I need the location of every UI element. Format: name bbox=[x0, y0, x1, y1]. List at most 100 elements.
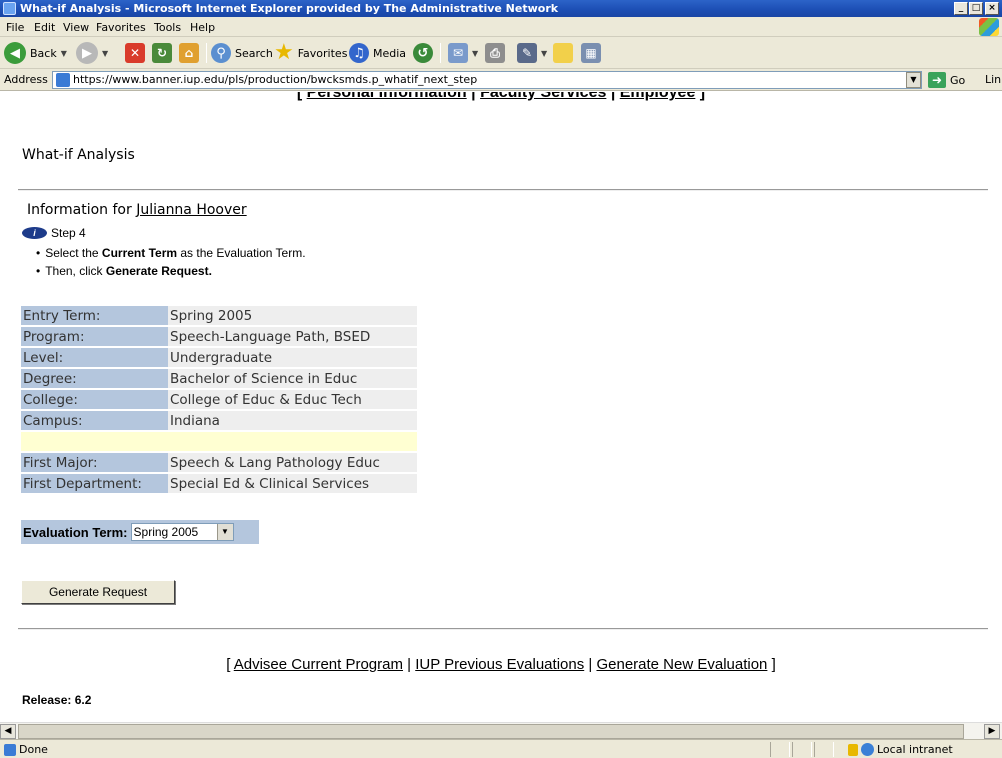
maximize-button[interactable]: □ bbox=[969, 2, 983, 15]
page-viewport: [ Personal Information | Faculty Service… bbox=[0, 92, 1002, 722]
first-major-value: Speech & Lang Pathology Educ bbox=[168, 453, 417, 472]
instructions-list: Select the Current Term as the Evaluatio… bbox=[36, 244, 305, 280]
close-button[interactable]: × bbox=[985, 2, 999, 15]
security-zone: Local intranet bbox=[848, 743, 953, 756]
entry-term-value: Spring 2005 bbox=[168, 306, 417, 325]
refresh-icon: ↻ bbox=[152, 43, 172, 63]
address-dropdown-icon[interactable]: ▼ bbox=[906, 72, 921, 88]
edit-icon: ✎ bbox=[517, 43, 537, 63]
evaluation-term-select[interactable]: Spring 2005 ▼ bbox=[130, 523, 234, 541]
back-dropdown-icon[interactable]: ▼ bbox=[61, 49, 67, 58]
home-icon: ⌂ bbox=[179, 43, 199, 63]
scroll-thumb[interactable] bbox=[18, 724, 964, 739]
step-indicator: i Step 4 bbox=[22, 226, 86, 240]
info-icon: i bbox=[22, 227, 47, 239]
program-value: Speech-Language Path, BSED bbox=[168, 327, 417, 346]
home-button[interactable]: ⌂ bbox=[179, 41, 199, 65]
forward-button[interactable]: ▶ ▼ bbox=[76, 41, 108, 65]
links-button[interactable]: Links bbox=[985, 73, 1002, 86]
release-version: Release: 6.2 bbox=[22, 693, 92, 707]
table-row: First Department: Special Ed & Clinical S… bbox=[21, 474, 417, 493]
first-department-label: First Department: bbox=[21, 474, 168, 493]
campus-label: Campus: bbox=[21, 411, 168, 430]
favorites-button[interactable]: ★ Favorites bbox=[274, 41, 347, 65]
page-done-icon bbox=[4, 743, 16, 756]
star-icon: ★ bbox=[274, 40, 294, 65]
table-row: Program: Speech-Language Path, BSED bbox=[21, 327, 417, 346]
research-button[interactable]: ▦ bbox=[581, 41, 601, 65]
divider bbox=[18, 189, 988, 191]
info-prefix: Information for bbox=[27, 202, 132, 218]
page-title: What-if Analysis bbox=[22, 147, 135, 163]
scroll-right-icon[interactable]: ▶ bbox=[984, 724, 1000, 739]
stop-icon: ✕ bbox=[125, 43, 145, 63]
program-label: Program: bbox=[21, 327, 168, 346]
windows-logo-icon bbox=[979, 18, 999, 36]
mail-button[interactable]: ✉ ▼ bbox=[448, 41, 478, 65]
first-major-label: First Major: bbox=[21, 453, 168, 472]
address-input[interactable]: https://www.banner.iup.edu/pls/productio… bbox=[52, 71, 922, 89]
edit-dropdown-icon[interactable]: ▼ bbox=[541, 49, 547, 58]
table-row: Level: Undergraduate bbox=[21, 348, 417, 367]
scroll-left-icon[interactable]: ◀ bbox=[0, 724, 16, 739]
first-department-value: Special Ed & Clinical Services bbox=[168, 474, 417, 493]
nav-faculty-services[interactable]: Faculty Services bbox=[480, 92, 606, 101]
level-label: Level: bbox=[21, 348, 168, 367]
ie-logo-icon bbox=[3, 2, 16, 15]
lock-icon bbox=[848, 743, 858, 756]
college-label: College: bbox=[21, 390, 168, 409]
table-row: Entry Term: Spring 2005 bbox=[21, 306, 417, 325]
menu-tools[interactable]: Tools bbox=[154, 21, 181, 34]
address-label: Address bbox=[4, 73, 48, 86]
media-button[interactable]: ♫ Media bbox=[349, 41, 406, 65]
print-icon: ⎙ bbox=[485, 43, 505, 63]
status-panel bbox=[792, 742, 812, 757]
print-button[interactable]: ⎙ bbox=[485, 41, 505, 65]
discuss-icon bbox=[553, 43, 573, 63]
menu-file[interactable]: File bbox=[6, 21, 24, 34]
degree-label: Degree: bbox=[21, 369, 168, 388]
standard-toolbar: ◀ Back ▼ ▶ ▼ ✕ ↻ ⌂ ⚲ Search ★ Favorites … bbox=[0, 37, 1002, 69]
bottom-navigation: [ Advisee Current Program | IUP Previous… bbox=[226, 656, 776, 673]
history-button[interactable]: ↺ bbox=[413, 41, 433, 65]
step-label: Step 4 bbox=[51, 226, 86, 240]
nav-personal-information[interactable]: Personal Information bbox=[307, 92, 467, 101]
advisee-current-program-link[interactable]: Advisee Current Program bbox=[234, 656, 403, 673]
stop-button[interactable]: ✕ bbox=[125, 41, 145, 65]
menu-bar: File Edit View Favorites Tools Help bbox=[0, 17, 1002, 37]
generate-new-evaluation-link[interactable]: Generate New Evaluation bbox=[596, 656, 767, 673]
program-details-table: Entry Term: Spring 2005 Program: Speech-La… bbox=[21, 304, 417, 495]
search-button[interactable]: ⚲ Search bbox=[211, 41, 273, 65]
refresh-button[interactable]: ↻ bbox=[152, 41, 172, 65]
forward-dropdown-icon[interactable]: ▼ bbox=[102, 49, 108, 58]
go-arrow-icon: ➜ bbox=[928, 72, 946, 88]
minimize-button[interactable]: _ bbox=[954, 2, 968, 15]
menu-favorites[interactable]: Favorites bbox=[96, 21, 146, 34]
divider bbox=[18, 628, 988, 630]
history-icon: ↺ bbox=[413, 43, 433, 63]
back-button[interactable]: ◀ Back ▼ bbox=[4, 41, 67, 65]
iup-previous-evaluations-link[interactable]: IUP Previous Evaluations bbox=[415, 656, 584, 673]
table-spacer-row bbox=[21, 432, 417, 451]
menu-help[interactable]: Help bbox=[190, 21, 215, 34]
nav-employee[interactable]: Employee bbox=[620, 92, 696, 101]
horizontal-scrollbar[interactable]: ◀ ▶ bbox=[0, 722, 1002, 739]
mail-icon: ✉ bbox=[448, 43, 468, 63]
top-navigation: [ Personal Information | Faculty Service… bbox=[0, 92, 1002, 102]
status-panel bbox=[814, 742, 834, 757]
discuss-button[interactable] bbox=[553, 41, 573, 65]
address-bar: Address https://www.banner.iup.edu/pls/p… bbox=[0, 69, 1002, 91]
mail-dropdown-icon[interactable]: ▼ bbox=[472, 49, 478, 58]
menu-view[interactable]: View bbox=[63, 21, 89, 34]
table-row: College: College of Educ & Educ Tech bbox=[21, 390, 417, 409]
generate-request-button[interactable]: Generate Request bbox=[21, 580, 175, 604]
level-value: Undergraduate bbox=[168, 348, 417, 367]
edit-button[interactable]: ✎ ▼ bbox=[517, 41, 547, 65]
college-value: College of Educ & Educ Tech bbox=[168, 390, 417, 409]
go-button[interactable]: ➜ Go bbox=[928, 71, 965, 89]
table-row: Degree: Bachelor of Science in Educ bbox=[21, 369, 417, 388]
status-done: Done bbox=[4, 743, 48, 756]
menu-edit[interactable]: Edit bbox=[34, 21, 55, 34]
student-name-link[interactable]: Julianna Hoover bbox=[136, 202, 246, 218]
degree-value: Bachelor of Science in Educ bbox=[168, 369, 417, 388]
